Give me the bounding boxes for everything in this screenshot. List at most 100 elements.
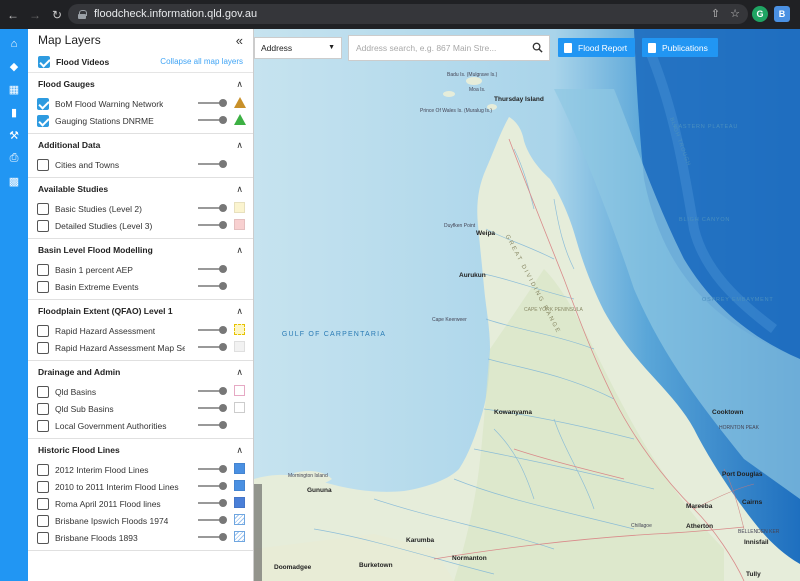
forward-arrow-icon[interactable]: →: [26, 6, 44, 24]
slider-knob[interactable]: [219, 482, 227, 490]
opacity-slider[interactable]: [198, 265, 227, 273]
layer-checkbox[interactable]: [37, 497, 49, 510]
print-icon[interactable]: ⎙: [0, 147, 28, 170]
layer-checkbox[interactable]: [37, 114, 49, 127]
slider-knob[interactable]: [219, 282, 227, 290]
chevron-up-icon[interactable]: ∧: [236, 184, 243, 195]
legend-swatch: [234, 202, 245, 213]
address-type-select[interactable]: Address ▼: [254, 37, 342, 59]
layer-checkbox[interactable]: [37, 219, 49, 232]
map-label-badu: Badu Is. (Mulgrave Is.): [447, 72, 498, 78]
layer-section-header[interactable]: Additional Data ∧: [28, 134, 253, 156]
layer-checkbox[interactable]: [37, 158, 49, 171]
bookmark-icon[interactable]: ▮: [0, 101, 28, 124]
star-icon[interactable]: ☆: [730, 7, 740, 20]
slider-knob[interactable]: [219, 404, 227, 412]
layer-checkbox[interactable]: [37, 419, 49, 432]
chevron-up-icon[interactable]: ∧: [236, 445, 243, 456]
layer-checkbox[interactable]: [37, 402, 49, 415]
opacity-slider[interactable]: [198, 387, 227, 395]
slider-knob[interactable]: [219, 265, 227, 273]
opacity-slider[interactable]: [198, 116, 227, 124]
collapse-panel-icon[interactable]: «: [236, 33, 243, 48]
flood-report-label: Flood Report: [578, 42, 628, 53]
layer-section-header[interactable]: Floodplain Extent (QFAO) Level 1 ∧: [28, 300, 253, 322]
layer-checkbox[interactable]: [37, 514, 49, 527]
layer-section-header[interactable]: Available Studies ∧: [28, 178, 253, 200]
layer-section-header[interactable]: Historic Flood Lines ∧: [28, 439, 253, 461]
opacity-slider[interactable]: [198, 326, 227, 334]
layer-checkbox[interactable]: [37, 97, 49, 110]
address-search-input[interactable]: [356, 43, 526, 53]
slider-knob[interactable]: [219, 343, 227, 351]
opacity-slider[interactable]: [198, 99, 227, 107]
slider-knob[interactable]: [219, 465, 227, 473]
chevron-up-icon[interactable]: ∧: [236, 79, 243, 90]
opacity-slider[interactable]: [198, 404, 227, 412]
opacity-slider[interactable]: [198, 533, 227, 541]
layer-checkbox[interactable]: [37, 463, 49, 476]
chevron-up-icon[interactable]: ∧: [236, 245, 243, 256]
clipboard-icon[interactable]: ▩: [0, 170, 28, 193]
tool-sidebar: ⌂ ◆ ▦ ▮ ⚒ ⎙ ▩: [0, 29, 28, 581]
layer-checkbox[interactable]: [37, 202, 49, 215]
layers-icon[interactable]: ◆: [0, 55, 28, 78]
slider-knob[interactable]: [219, 204, 227, 212]
slider-knob[interactable]: [219, 99, 227, 107]
layer-checkbox[interactable]: [37, 531, 49, 544]
map-label-cape-keerweer: Cape Keerweer: [432, 317, 467, 323]
layer-checkbox[interactable]: [37, 263, 49, 276]
grammarly-extension-icon[interactable]: G: [752, 6, 768, 22]
layer-section-header[interactable]: Basin Level Flood Modelling ∧: [28, 239, 253, 261]
search-icon[interactable]: [532, 42, 543, 53]
opacity-slider[interactable]: [198, 204, 227, 212]
chart-icon[interactable]: ▦: [0, 78, 28, 101]
slider-knob[interactable]: [219, 533, 227, 541]
slider-knob[interactable]: [219, 116, 227, 124]
layer-checkbox[interactable]: [37, 324, 49, 337]
panel-title: Map Layers: [38, 33, 101, 47]
slider-knob[interactable]: [219, 421, 227, 429]
legend-swatch: [234, 402, 245, 413]
slider-knob[interactable]: [219, 160, 227, 168]
slider-knob[interactable]: [219, 221, 227, 229]
map-canvas[interactable]: Badu Is. (Mulgrave Is.) Moa Is. Prince O…: [254, 29, 800, 581]
opacity-slider[interactable]: [198, 221, 227, 229]
layer-checkbox[interactable]: [37, 385, 49, 398]
collapse-all-link[interactable]: Collapse all map layers: [160, 57, 243, 66]
opacity-slider[interactable]: [198, 516, 227, 524]
layer-checkbox[interactable]: [37, 341, 49, 354]
chevron-up-icon[interactable]: ∧: [236, 367, 243, 378]
slider-knob[interactable]: [219, 499, 227, 507]
address-bar[interactable]: floodcheck.information.qld.gov.au ⇧ ☆: [68, 4, 748, 24]
map-label-prince-of-wales: Prince Of Wales Is. (Muralug Is.): [420, 108, 493, 114]
layer-row: Qld Sub Basins: [28, 400, 253, 417]
chevron-up-icon[interactable]: ∧: [236, 306, 243, 317]
flood-report-button[interactable]: Flood Report: [558, 38, 636, 57]
opacity-slider[interactable]: [198, 465, 227, 473]
wrench-icon[interactable]: ⚒: [0, 124, 28, 147]
opacity-slider[interactable]: [198, 482, 227, 490]
extension-icon[interactable]: B: [774, 6, 790, 22]
slider-knob[interactable]: [219, 387, 227, 395]
reload-icon[interactable]: ↻: [48, 6, 66, 24]
opacity-slider[interactable]: [198, 499, 227, 507]
back-arrow-icon[interactable]: ←: [4, 6, 22, 24]
map-label-port-douglas: Port Douglas: [722, 471, 763, 478]
layer-row: Basin Extreme Events: [28, 278, 253, 295]
opacity-slider[interactable]: [198, 282, 227, 290]
slider-knob[interactable]: [219, 326, 227, 334]
publications-button[interactable]: Publications: [642, 38, 718, 57]
layer-section-header[interactable]: Flood Gauges ∧: [28, 73, 253, 95]
home-icon[interactable]: ⌂: [0, 32, 28, 55]
opacity-slider[interactable]: [198, 343, 227, 351]
opacity-slider[interactable]: [198, 421, 227, 429]
slider-knob[interactable]: [219, 516, 227, 524]
opacity-slider[interactable]: [198, 160, 227, 168]
flood-videos-checkbox[interactable]: [38, 55, 50, 68]
layer-checkbox[interactable]: [37, 280, 49, 293]
share-icon[interactable]: ⇧: [711, 7, 720, 20]
layer-section-header[interactable]: Drainage and Admin ∧: [28, 361, 253, 383]
chevron-up-icon[interactable]: ∧: [236, 140, 243, 151]
layer-checkbox[interactable]: [37, 480, 49, 493]
